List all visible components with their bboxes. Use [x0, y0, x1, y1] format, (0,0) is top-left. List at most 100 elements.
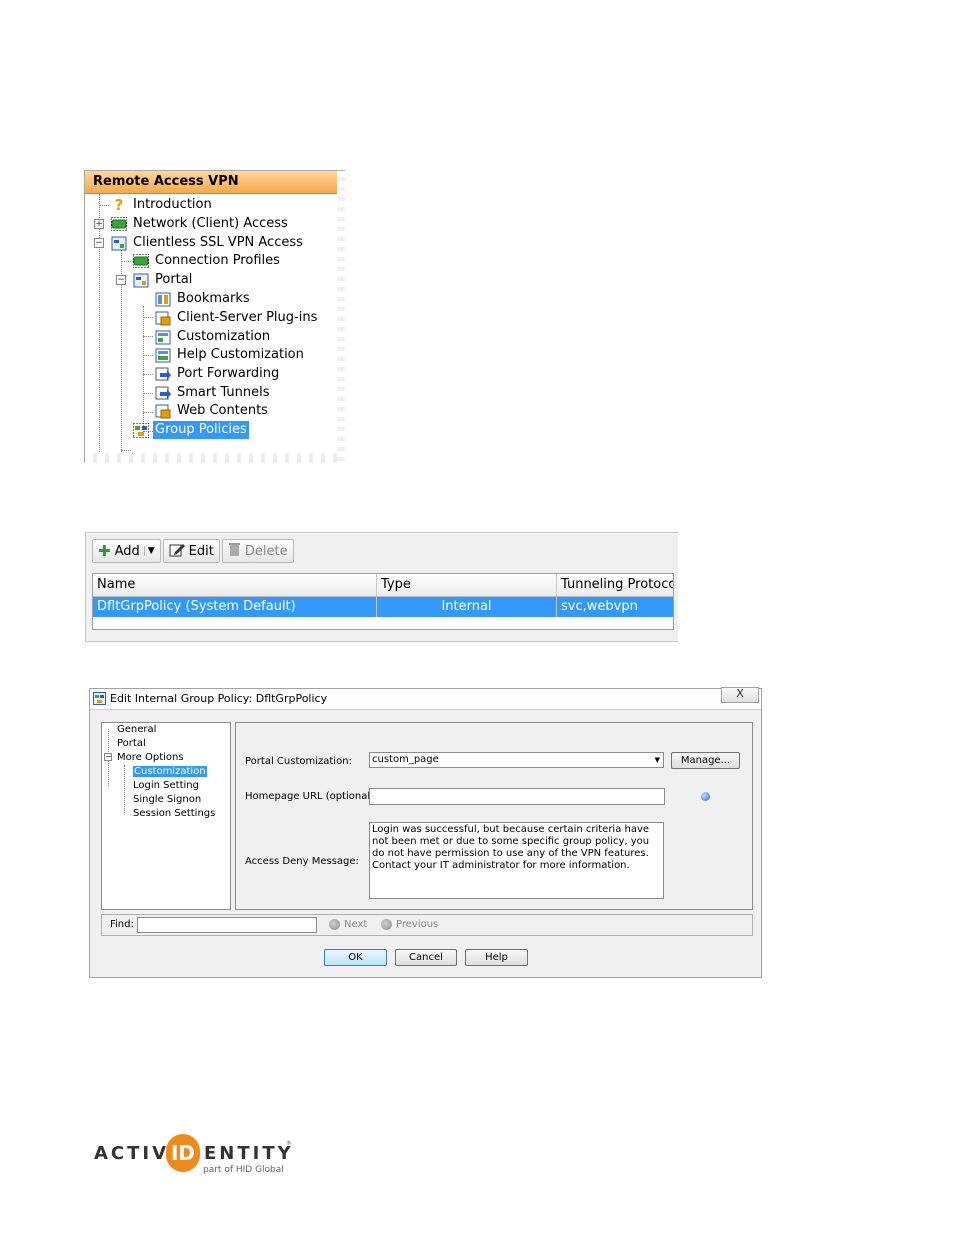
actividentity-logo: ACTIV ID ENTITY ® part of HID Global	[94, 1134, 294, 1179]
nav-item-more-options[interactable]: More Options	[117, 751, 184, 764]
tree-line	[99, 205, 109, 206]
tree-line	[99, 194, 100, 456]
collapse-clientless-icon[interactable]: −	[94, 238, 104, 248]
column-header-tunneling-protocol[interactable]: Tunneling Protocol	[557, 574, 673, 596]
edit-button[interactable]: Edit	[162, 539, 220, 563]
tree-item-network-client-access[interactable]: Network (Client) Access	[111, 215, 290, 233]
portal-icon	[133, 272, 149, 288]
column-header-name[interactable]: Name	[93, 574, 377, 596]
table-empty-area	[93, 617, 673, 629]
logo-text-left: ACTIV	[94, 1143, 170, 1164]
tree-item-introduction[interactable]: ? Introduction	[111, 196, 214, 214]
nav-item-portal[interactable]: Portal	[117, 737, 146, 750]
manage-button[interactable]: Manage...	[671, 752, 740, 769]
plugin-icon	[155, 310, 171, 326]
help-customization-icon	[155, 347, 171, 363]
close-button[interactable]: X	[721, 687, 759, 703]
port-forwarding-icon	[155, 366, 171, 382]
next-arrow-icon[interactable]	[329, 919, 340, 930]
info-icon[interactable]	[701, 792, 710, 801]
column-header-type[interactable]: Type	[377, 574, 557, 596]
nav-item-login-setting[interactable]: Login Setting	[133, 779, 199, 792]
web-contents-icon	[155, 403, 171, 419]
add-button[interactable]: ✚ Add ▼	[92, 539, 161, 563]
tree-item-label: Network (Client) Access	[133, 216, 288, 231]
tree-item-bookmarks[interactable]: Bookmarks	[155, 290, 252, 308]
tree-item-port-forwarding[interactable]: Port Forwarding	[155, 365, 281, 383]
tree-line	[143, 355, 153, 356]
help-button[interactable]: Help	[465, 949, 528, 966]
tree-item-connection-profiles[interactable]: Connection Profiles	[133, 252, 282, 270]
collapse-more-options-icon[interactable]: −	[104, 753, 112, 761]
group-policy-table: Name Type Tunneling Protocol DfltGrpPoli…	[92, 573, 674, 630]
tree-item-label: Port Forwarding	[177, 366, 280, 381]
homepage-url-label: Homepage URL (optional):	[245, 791, 378, 802]
tree-line	[124, 765, 125, 813]
tree-item-customization[interactable]: Customization	[155, 328, 272, 346]
tree-item-help-customization[interactable]: Help Customization	[155, 346, 306, 364]
chevron-down-icon: ▼	[654, 756, 660, 764]
access-deny-label: Access Deny Message:	[245, 856, 359, 867]
nav-item-customization[interactable]: Customization	[133, 765, 207, 778]
tree-line	[143, 374, 153, 375]
cell-name: DfltGrpPolicy (System Default)	[93, 597, 377, 617]
find-input[interactable]	[137, 917, 317, 933]
find-bar: Find: Next Previous	[101, 914, 753, 936]
delete-button[interactable]: Delete	[221, 539, 294, 563]
logo-id-badge: ID	[166, 1134, 200, 1172]
nav-item-single-signon[interactable]: Single Signon	[133, 793, 201, 806]
tree-line	[143, 306, 144, 436]
tree-header: Remote Access VPN	[85, 171, 345, 194]
group-policy-toolbar: ✚ Add ▼ Edit Delete	[92, 539, 294, 563]
tree-item-label: Bookmarks	[177, 291, 250, 306]
tree-item-label: Clientless SSL VPN Access	[133, 235, 303, 250]
portal-customization-select[interactable]: custom_page ▼	[369, 752, 664, 768]
cancel-button[interactable]: Cancel	[395, 949, 457, 966]
next-button[interactable]: Next	[344, 919, 367, 930]
tree-line	[143, 317, 153, 318]
portal-customization-label: Portal Customization:	[245, 756, 352, 767]
previous-arrow-icon[interactable]	[381, 919, 392, 930]
ok-button[interactable]: OK	[324, 949, 387, 966]
dialog-nav-tree: − General Portal More Options Customizat…	[101, 722, 231, 910]
clientless-vpn-icon	[111, 235, 127, 251]
logo-tagline: part of HID Global	[203, 1165, 284, 1175]
add-button-label: Add	[114, 543, 140, 559]
homepage-url-input[interactable]	[369, 788, 665, 805]
tree-line	[121, 261, 131, 262]
tree-item-clientless-ssl-vpn-access[interactable]: Clientless SSL VPN Access	[111, 234, 305, 252]
nav-item-general[interactable]: General	[117, 723, 156, 736]
customization-icon	[155, 329, 171, 345]
tree-line	[143, 336, 153, 337]
network-access-icon	[111, 216, 127, 232]
trash-icon	[228, 541, 241, 561]
table-header: Name Type Tunneling Protocol	[93, 574, 673, 597]
tree-item-label: Help Customization	[177, 347, 304, 362]
tree-item-label: Introduction	[133, 197, 212, 212]
dialog-app-icon	[93, 692, 106, 705]
nav-item-session-settings[interactable]: Session Settings	[133, 807, 215, 820]
edit-button-label: Edit	[188, 543, 214, 559]
previous-button[interactable]: Previous	[396, 919, 438, 930]
expand-network-access-icon[interactable]: +	[94, 219, 104, 229]
tree-item-web-contents[interactable]: Web Contents	[155, 402, 270, 420]
tree-line	[143, 412, 153, 413]
tree-item-group-policies[interactable]: Group Policies	[133, 421, 249, 439]
table-row[interactable]: DfltGrpPolicy (System Default) Internal …	[93, 597, 673, 617]
dialog-title: Edit Internal Group Policy: DfltGrpPolic…	[110, 692, 328, 705]
access-deny-message-textarea[interactable]: Login was successful, but because certai…	[369, 822, 664, 899]
dialog-title-bar: Edit Internal Group Policy: DfltGrpPolic…	[90, 687, 761, 710]
close-icon: X	[736, 687, 744, 700]
torn-edge	[85, 453, 345, 463]
tree-item-client-server-plugins[interactable]: Client-Server Plug-ins	[155, 309, 319, 327]
collapse-portal-icon[interactable]: −	[116, 275, 126, 285]
tree-item-smart-tunnels[interactable]: Smart Tunnels	[155, 384, 272, 402]
cell-type: Internal	[377, 597, 557, 617]
logo-text-right: ENTITY	[204, 1143, 294, 1164]
tree-item-portal[interactable]: Portal	[133, 271, 194, 289]
bookmarks-icon	[155, 291, 171, 307]
chevron-down-icon[interactable]: ▼	[143, 546, 155, 556]
delete-button-label: Delete	[244, 543, 288, 559]
help-question-icon: ?	[114, 196, 124, 214]
tree-line	[143, 393, 153, 394]
